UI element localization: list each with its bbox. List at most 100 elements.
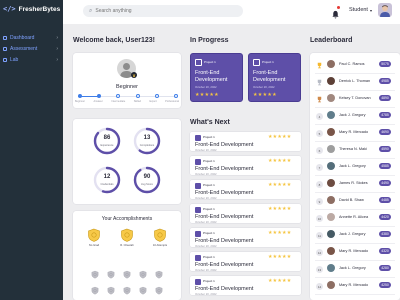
locked-badge <box>123 266 131 279</box>
avatar <box>327 77 335 85</box>
leader-name: Derrick L. Thoman <box>339 79 371 83</box>
accomplishments-card: Your Accomplishments No Grad R. Cheetah 10… <box>73 211 181 300</box>
project-icon <box>253 59 260 66</box>
achievement-badge[interactable] <box>120 228 134 242</box>
sidebar-item-lab[interactable]: Lab › <box>0 54 63 65</box>
level-label: Skilled <box>133 100 142 103</box>
score-badge: 4890 <box>379 95 391 101</box>
leader-name: Mary R. Mercado <box>339 130 369 134</box>
course-date: October 20, 2022 <box>195 268 217 272</box>
in-progress-heading: In Progress <box>190 37 229 44</box>
project-icon <box>195 279 201 285</box>
next-course-item[interactable]: Project 1 ★★★★★ Front-End Development Octob… <box>190 132 301 152</box>
locked-badge <box>107 266 115 279</box>
search-icon: ⌕ <box>89 7 93 14</box>
leaderboard-row[interactable]: 5 Mary R. Mercado 4690 <box>310 124 400 141</box>
user-avatar[interactable] <box>378 3 392 17</box>
score-badge: 4320 <box>379 248 391 254</box>
shield-badge-icon <box>139 286 147 295</box>
notification-dot <box>337 6 340 9</box>
leaderboard-row[interactable]: 9 David B. Shaw 4485 <box>310 192 400 209</box>
leaderboard-row[interactable]: 6 Theresa N. Maki 4590 <box>310 141 400 158</box>
next-course-item[interactable]: Project 1 ★★★★★ Front-End Development Octob… <box>190 204 301 224</box>
avatar <box>327 230 335 238</box>
sidebar-item-assessment[interactable]: Assessment › <box>0 43 63 54</box>
shield-badge-icon <box>88 228 100 242</box>
leaderboard-row[interactable]: 14 Mary R. Mercado 4250 <box>310 277 400 294</box>
achievement-badge[interactable] <box>87 228 101 242</box>
role-label: Student <box>349 7 368 13</box>
search-input[interactable] <box>95 8 236 14</box>
level-label: Expert <box>149 100 157 103</box>
in-progress-card[interactable]: Project 1 Front-End Development October 20… <box>248 53 301 102</box>
shield-badge-icon <box>154 228 166 242</box>
bell-icon <box>332 10 339 19</box>
leaderboard-row[interactable]: Derrick L. Thoman 4985 <box>310 73 400 90</box>
project-label: Project 1 <box>203 135 215 139</box>
leaderboard-row[interactable]: 11 Jack J. Gregory 4380 <box>310 226 400 243</box>
score-badge: 4485 <box>379 197 391 203</box>
avatar <box>327 196 335 204</box>
shield-badge-icon <box>123 270 131 279</box>
search-box[interactable]: ⌕ <box>83 5 243 17</box>
welcome-heading: Welcome back, User123! <box>73 37 155 44</box>
stat-label: Credentials <box>100 183 114 186</box>
rank-number: 7 <box>316 164 323 171</box>
sidebar-item-dashboard[interactable]: Dashboard › <box>0 32 63 43</box>
achievement-label: R. Cheetah <box>120 244 134 247</box>
in-progress-card[interactable]: Project 1 Front-End Development October 20… <box>190 53 243 102</box>
whats-next-heading: What's Next <box>190 119 230 126</box>
leaderboard-row[interactable]: 7 Jack L. Gregory 4585 <box>310 158 400 175</box>
locked-badge <box>139 266 147 279</box>
brand-logo[interactable]: </> FresherBytes <box>3 5 60 13</box>
sidebar-item-label: Lab <box>10 56 19 63</box>
next-course-item[interactable]: Project 1 ★★★★★ Front-End Development Octob… <box>190 156 301 176</box>
stat-value: 86 <box>103 135 111 141</box>
brand-name: FresherBytes <box>18 5 61 13</box>
leaderboard-row[interactable]: 10 Annette R. Alicea 4420 <box>310 209 400 226</box>
score-badge: 4690 <box>379 129 391 135</box>
course-date: October 20, 2022 <box>253 85 275 89</box>
stat-ring-graphic <box>93 127 121 155</box>
leaderboard-row[interactable]: Kelsey T. Donovan 4890 <box>310 90 400 107</box>
score-badge: 4985 <box>379 78 391 84</box>
sidebar-item-label: Dashboard <box>10 34 35 41</box>
shield-badge-icon <box>91 286 99 295</box>
leaderboard-row[interactable]: 8 James R. Stokes 4490 <box>310 175 400 192</box>
project-icon <box>195 255 201 261</box>
leader-name: Jack J. Gregory <box>339 232 366 236</box>
level-marker <box>78 94 82 98</box>
rating-stars: ★★★★★ <box>253 92 277 98</box>
notification-bell[interactable] <box>331 6 340 19</box>
avatar <box>327 128 335 136</box>
rating-stars: ★★★★★ <box>268 134 292 140</box>
shield-badge-icon <box>139 270 147 279</box>
leaderboard-card: Paul C. Ramos 5075 Derrick L. Thoman 4985 Ke… <box>310 53 400 300</box>
leader-name: Jack L. Gregory <box>339 164 366 168</box>
score-badge: 4380 <box>379 231 391 237</box>
shield-badge-icon <box>121 228 133 242</box>
sidebar: </> FresherBytes Dashboard › Assessment … <box>0 0 63 300</box>
achievement-badge[interactable] <box>153 228 167 242</box>
leaderboard-row[interactable]: Paul C. Ramos 5075 <box>310 56 400 73</box>
locked-badge <box>155 266 163 279</box>
role-selector[interactable]: Student ▾ <box>349 7 372 13</box>
score-badge: 4490 <box>379 180 391 186</box>
rating-stars: ★★★★★ <box>268 254 292 260</box>
leaderboard-row[interactable]: 4 Jack J. Gregory 4785 <box>310 107 400 124</box>
leaderboard-row[interactable]: 13 Jack L. Gregory 4280 <box>310 260 400 277</box>
sidebar-item-label: Assessment <box>10 45 38 52</box>
next-course-item[interactable]: Project 1 ★★★★★ Front-End Development Octob… <box>190 228 301 248</box>
avatar <box>327 145 335 153</box>
leader-name: Annette R. Alicea <box>339 215 369 219</box>
rank-number: 13 <box>316 266 323 273</box>
next-course-item[interactable]: Project 1 ★★★★★ Front-End Development Octob… <box>190 180 301 200</box>
project-icon <box>195 207 201 213</box>
rank-number: 11 <box>316 232 323 239</box>
shield-badge-icon <box>155 270 163 279</box>
leader-name: Jack L. Gregory <box>339 266 366 270</box>
leaderboard-row[interactable]: 12 Mary R. Mercado 4320 <box>310 243 400 260</box>
dashboard-icon <box>3 35 7 40</box>
next-course-item[interactable]: Project 1 ★★★★★ Front-End Development Octob… <box>190 276 301 296</box>
next-course-item[interactable]: Project 1 ★★★★★ Front-End Development Octob… <box>190 252 301 272</box>
